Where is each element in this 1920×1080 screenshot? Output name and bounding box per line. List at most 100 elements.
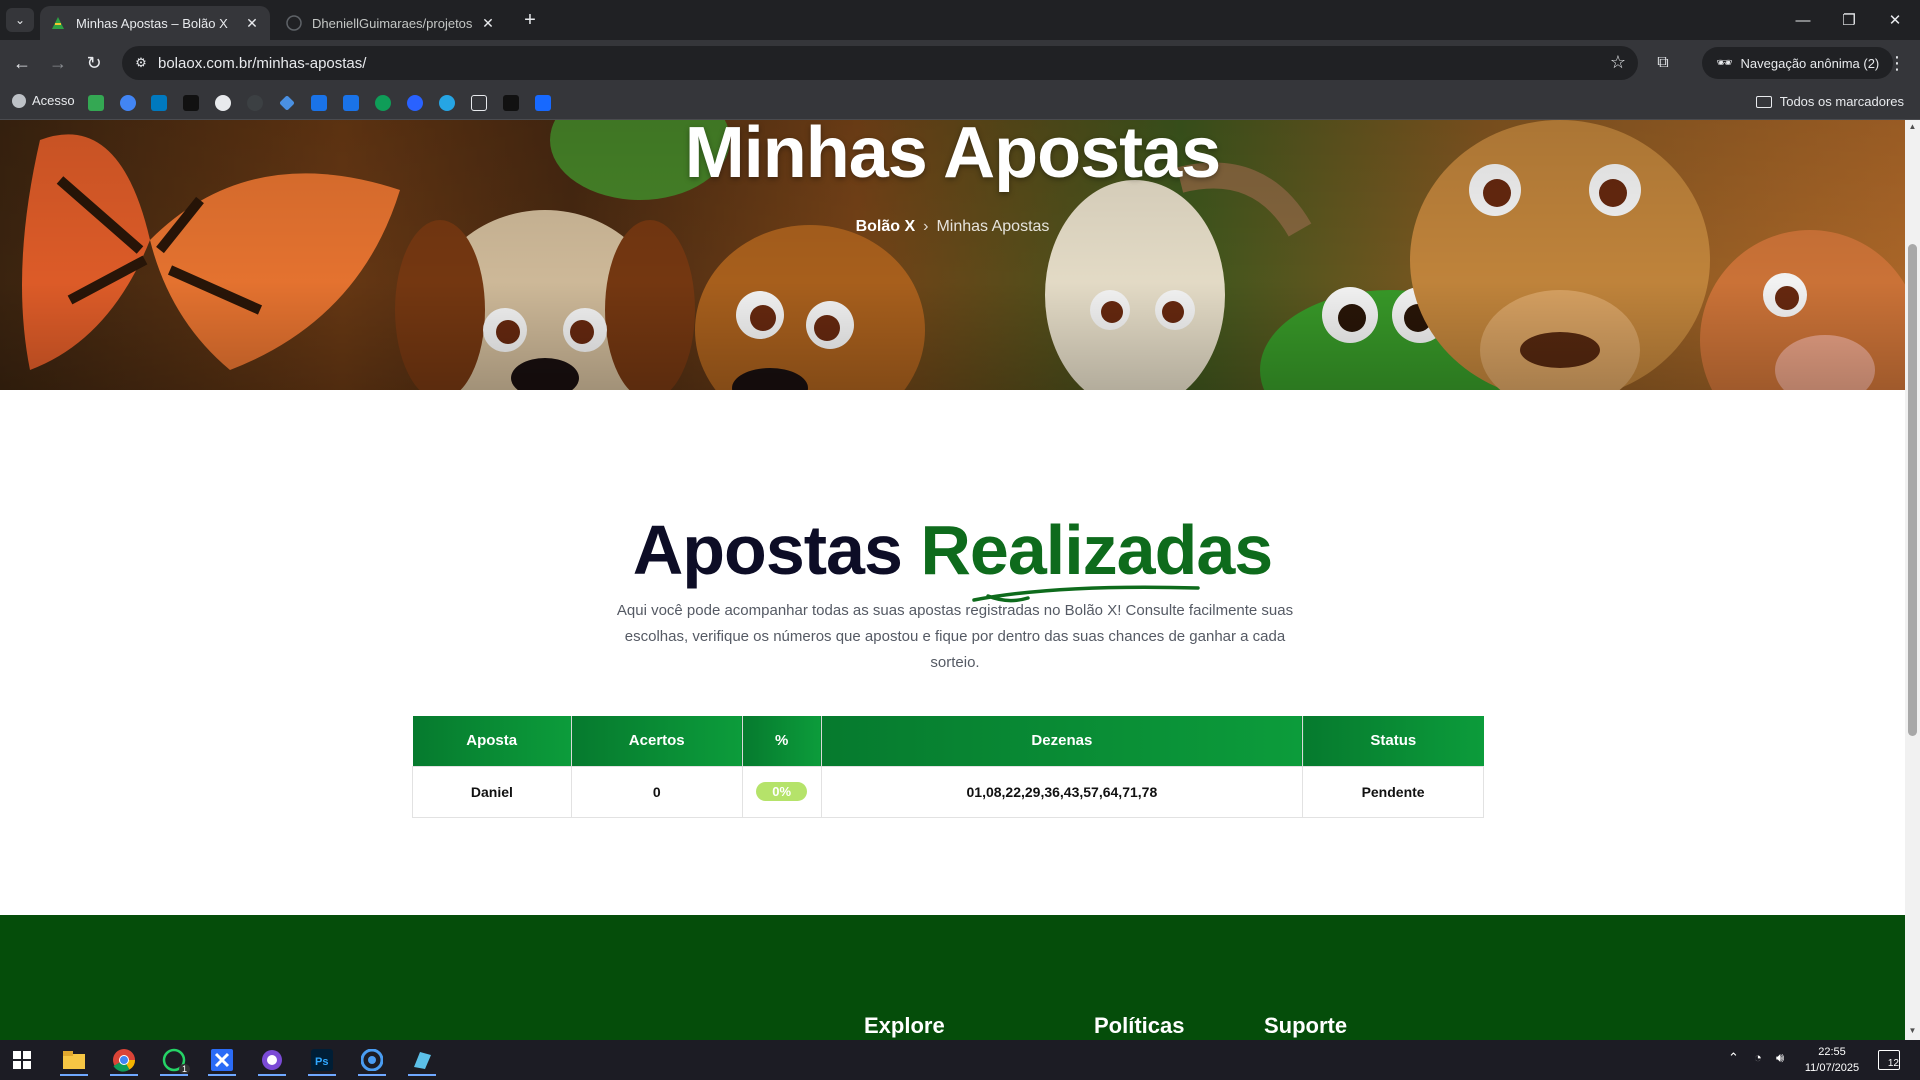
close-window-icon[interactable]: ✕ xyxy=(1872,0,1918,40)
bookmark-acesso[interactable]: Acesso xyxy=(12,93,75,108)
tab-github-projetos[interactable]: DheniellGuimaraes/projetos ✕ xyxy=(276,6,506,40)
column-header-acertos: Acertos xyxy=(571,716,743,766)
wifi-icon[interactable]: ◔ xyxy=(1754,1050,1762,1065)
whatsapp-icon[interactable]: 1 xyxy=(154,1044,194,1076)
cell-status: Pendente xyxy=(1302,765,1484,818)
tab-search-button[interactable]: ⌄ xyxy=(6,8,34,32)
incognito-label: Navegação anônima (2) xyxy=(1740,55,1880,71)
hero-title: Minhas Apostas xyxy=(684,120,1221,193)
all-bookmarks[interactable]: Todos os marcadores xyxy=(1755,94,1904,109)
bookmark-blue-icon[interactable] xyxy=(120,95,136,111)
bookmark-behance-icon[interactable] xyxy=(535,95,551,111)
bookmark-folder-icon[interactable] xyxy=(471,95,487,111)
tab-minhas-apostas[interactable]: Minhas Apostas – Bolão X ✕ xyxy=(40,6,270,40)
bookmark-threads-icon[interactable] xyxy=(215,95,231,111)
bookmark-f-icon[interactable] xyxy=(311,95,327,111)
cell-acertos: 0 xyxy=(570,765,743,818)
clock-time: 22:55 xyxy=(1818,1046,1846,1058)
bookmark-f2-icon[interactable] xyxy=(343,95,359,111)
column-header-dezenas: Dezenas xyxy=(821,716,1304,766)
page-viewport: Minhas Apostas Bolão X › Minhas Apostas Ap… xyxy=(0,120,1905,1040)
bookmark-github-icon[interactable] xyxy=(247,95,263,111)
cell-percent: 0% xyxy=(741,765,822,818)
chrome-icon[interactable] xyxy=(104,1044,144,1076)
close-tab-icon[interactable]: ✕ xyxy=(244,15,260,31)
footer-heading-politicas: Políticas xyxy=(1094,1013,1185,1038)
windows-start-icon[interactable] xyxy=(2,1044,42,1076)
site-info-icon[interactable]: ⚙ xyxy=(132,54,150,72)
file-explorer-icon[interactable] xyxy=(54,1044,94,1076)
breadcrumb-home-link[interactable]: Bolão X xyxy=(856,218,916,235)
reload-icon[interactable]: ↻ xyxy=(80,49,108,77)
footer-heading-explore: Explore xyxy=(864,1013,945,1038)
section-title: Apostas Realizadas xyxy=(0,510,1905,590)
github-desktop-icon[interactable] xyxy=(252,1044,292,1076)
tab-title: Minhas Apostas – Bolão X xyxy=(76,15,228,31)
bookmark-a2-icon[interactable] xyxy=(503,95,519,111)
browser-toolbar: ← → ↻ ⚙ bolaox.com.br/minhas-apostas/ ☆ … xyxy=(0,40,1920,86)
notification-center-icon[interactable]: 12 xyxy=(1878,1050,1900,1070)
column-header-aposta: Aposta xyxy=(412,716,572,766)
bookmark-chat-icon[interactable] xyxy=(439,95,455,111)
bets-table: Aposta Acertos % Dezenas Status Daniel 0… xyxy=(412,716,1484,818)
cell-aposta: Daniel xyxy=(412,765,572,818)
back-icon[interactable]: ← xyxy=(8,49,36,77)
cell-dezenas: 01,08,22,29,36,43,57,64,71,78 xyxy=(820,765,1304,818)
photoshop-icon[interactable]: Ps xyxy=(302,1044,342,1076)
table-row: Daniel 0 0% 01,08,22,29,36,43,57,64,71,7… xyxy=(412,765,1484,818)
windows-taskbar: 1 Ps ⌃ ◔ 🔊︎ 22:55 11/07/2025 12 xyxy=(0,1040,1920,1080)
hero-banner: Minhas Apostas Bolão X › Minhas Apostas xyxy=(0,120,1905,390)
bolao-favicon-icon xyxy=(52,17,64,29)
bookmark-star-icon[interactable]: ☆ xyxy=(1610,52,1626,73)
clock-date: 11/07/2025 xyxy=(1804,1062,1860,1074)
bookmark-gemini-icon[interactable] xyxy=(279,95,295,111)
volume-icon[interactable]: 🔊︎ xyxy=(1776,1050,1784,1066)
scroll-down-icon[interactable]: ▼ xyxy=(1908,1026,1917,1036)
section-description: Aqui você pode acompanhar todas as suas … xyxy=(616,602,1294,671)
new-tab-button[interactable]: + xyxy=(518,8,542,32)
vscode-app-icon[interactable] xyxy=(202,1044,242,1076)
breadcrumb: Bolão X › Minhas Apostas xyxy=(0,218,1905,236)
extensions-icon[interactable]: ⧉ xyxy=(1652,52,1674,74)
bookmark-chatgpt-icon[interactable] xyxy=(375,95,391,111)
column-header-status: Status xyxy=(1302,716,1484,766)
page-scrollbar[interactable]: ▲ ▼ xyxy=(1905,120,1920,1040)
incognito-icon: 🕶 xyxy=(1716,55,1733,70)
breadcrumb-current: Minhas Apostas xyxy=(936,218,1050,235)
section-title-main: Apostas xyxy=(632,511,921,589)
forward-icon[interactable]: → xyxy=(44,49,72,77)
bookmark-a-icon[interactable] xyxy=(183,95,199,111)
bookmark-label: Acesso xyxy=(32,93,75,108)
browser-menu-icon[interactable]: ⋮ xyxy=(1884,50,1910,76)
bookmark-trello-icon[interactable] xyxy=(151,95,167,111)
bookmark-drive-icon[interactable] xyxy=(88,95,104,111)
whatsapp-badge: 1 xyxy=(178,1064,190,1074)
table-header-row: Aposta Acertos % Dezenas Status xyxy=(412,716,1484,766)
address-bar[interactable]: ⚙ bolaox.com.br/minhas-apostas/ ☆ xyxy=(122,46,1638,80)
system-clock[interactable]: 22:55 11/07/2025 xyxy=(1800,1044,1864,1076)
svg-text:Ps: Ps xyxy=(315,1056,328,1068)
tab-bar: ⌄ Minhas Apostas – Bolão X ✕ DheniellGui… xyxy=(0,0,1920,40)
breadcrumb-separator: › xyxy=(923,218,929,235)
section-title-accent: Realizadas xyxy=(920,511,1273,589)
site-footer: Explore Políticas Suporte xyxy=(0,915,1905,1040)
notes-app-icon[interactable] xyxy=(402,1044,442,1076)
footer-heading-suporte: Suporte xyxy=(1264,1013,1348,1038)
scrollbar-thumb[interactable] xyxy=(1908,244,1917,736)
github-favicon-icon xyxy=(286,15,302,31)
restore-window-icon[interactable]: ❐ xyxy=(1826,0,1872,40)
globe-icon xyxy=(12,93,26,108)
close-tab-icon[interactable]: ✕ xyxy=(480,15,496,31)
bookmark-d-icon[interactable] xyxy=(407,95,423,111)
minimize-window-icon[interactable]: — xyxy=(1780,0,1826,40)
scroll-up-icon[interactable]: ▲ xyxy=(1908,122,1917,132)
tab-title: DheniellGuimaraes/projetos xyxy=(312,15,473,31)
incognito-indicator[interactable]: 🕶 Navegação anônima (2) xyxy=(1702,47,1894,79)
notification-count: 12 xyxy=(1887,1058,1899,1069)
all-bookmarks-label: Todos os marcadores xyxy=(1779,94,1904,109)
show-hidden-icons-icon[interactable]: ⌃ xyxy=(1728,1050,1739,1066)
url-text[interactable]: bolaox.com.br/minhas-apostas/ xyxy=(158,55,366,72)
bookmarks-bar: Acesso Todos os marcadores xyxy=(0,86,1920,120)
column-header-percent: % xyxy=(742,716,822,766)
chrome-canary-icon[interactable] xyxy=(352,1044,392,1076)
